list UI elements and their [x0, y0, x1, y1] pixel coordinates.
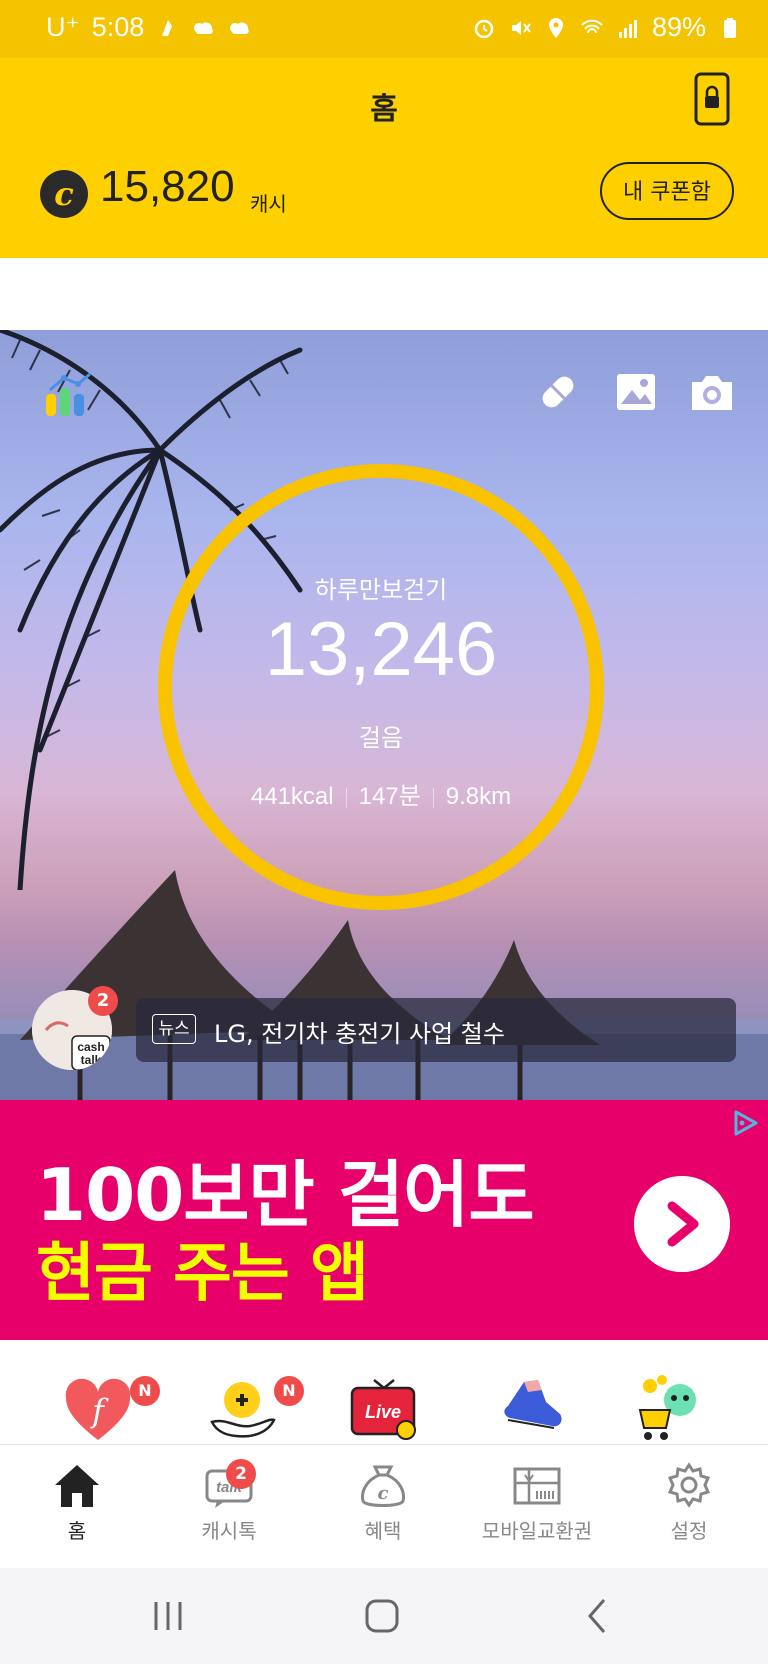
signal-icon	[618, 19, 637, 38]
notification-icon	[162, 19, 173, 36]
cash-coin-icon: c	[40, 170, 88, 218]
back-button[interactable]	[578, 1596, 618, 1636]
sneaker-icon[interactable]	[494, 1374, 566, 1442]
news-ticker[interactable]: 뉴스 LG, 전기차 충전기 사업 철수	[136, 998, 736, 1062]
distance-value: 9.8km	[445, 783, 512, 810]
home-icon	[55, 1465, 99, 1507]
pedometer-hero: 하루만보걷기 13,246 걸음 441kcal 147분 9.8km cash t…	[0, 330, 768, 1100]
location-icon	[548, 17, 563, 38]
step-count: 13,246	[264, 607, 498, 692]
ad-subheadline: 현금 주는 앱	[36, 1237, 369, 1311]
mute-icon	[511, 20, 531, 35]
metric-divider	[432, 787, 434, 808]
status-right: 89%	[472, 12, 742, 43]
status-left: U⁺ 5:08	[46, 12, 252, 43]
cashtalk-logo-line1: cash	[77, 1040, 104, 1054]
calories-value: 441kcal	[250, 783, 334, 810]
live-tv-icon[interactable]: Live	[348, 1374, 420, 1442]
nav-label: 홈	[67, 1519, 87, 1543]
my-coupon-button[interactable]: 내 쿠폰함	[600, 162, 734, 220]
pill-icon[interactable]	[536, 370, 580, 414]
svg-text:c: c	[378, 1483, 389, 1504]
nav-label: 혜택	[364, 1519, 402, 1543]
news-tag: 뉴스	[152, 1014, 196, 1044]
duration-value: 147분	[358, 783, 421, 810]
activity-metrics: 441kcal 147분 9.8km	[158, 776, 604, 811]
cash-bag-icon: c	[361, 1465, 405, 1507]
shortcut-row: f N N Live	[0, 1340, 768, 1444]
nav-settings[interactable]: 설정	[614, 1461, 764, 1544]
nav-home[interactable]: 홈	[2, 1461, 152, 1544]
heart-f-icon[interactable]: f	[62, 1374, 134, 1442]
alarm-icon	[474, 19, 494, 38]
cash-unit: 캐시	[250, 192, 287, 216]
cloud-icon	[230, 21, 250, 34]
cashtalk-nav-badge: 2	[226, 1459, 256, 1489]
gallery-icon[interactable]	[614, 370, 658, 414]
camera-icon[interactable]	[688, 370, 736, 414]
nav-label: 설정	[670, 1519, 708, 1543]
adchoices-icon[interactable]	[728, 1106, 762, 1140]
nav-benefits[interactable]: c 혜택	[308, 1461, 458, 1544]
step-unit: 걸음	[358, 724, 404, 752]
stats-icon[interactable]	[42, 370, 94, 418]
clock: 5:08	[91, 12, 145, 42]
screen-lock-button[interactable]	[692, 72, 732, 126]
page-title: 홈	[370, 92, 398, 127]
bottom-nav: 홈 talk 캐시톡 2 c 혜택 모바일교환권 설정	[0, 1444, 768, 1569]
cashtalk-badge: 2	[88, 986, 118, 1016]
hand-plus-icon[interactable]	[206, 1374, 278, 1442]
new-badge: N	[130, 1376, 160, 1406]
cloud-icon	[194, 21, 214, 34]
wifi-icon	[581, 19, 603, 33]
carrier-label: U⁺	[46, 12, 80, 42]
new-badge: N	[274, 1376, 304, 1406]
nav-mobile-voucher[interactable]: 모바일교환권	[462, 1461, 612, 1544]
system-nav-bar	[0, 1568, 768, 1664]
battery-icon	[724, 17, 736, 38]
status-bar: U⁺ 5:08 89%	[0, 0, 768, 58]
cash-balance: 15,820	[100, 162, 235, 211]
nav-label: 캐시톡	[201, 1519, 257, 1543]
header: 홈 c 15,820 캐시 내 쿠폰함	[0, 58, 768, 258]
ad-banner[interactable]: 100보만 걸어도 현금 주는 앱	[0, 1100, 768, 1340]
home-button[interactable]	[362, 1596, 402, 1636]
nav-label: 모바일교환권	[481, 1519, 593, 1543]
character-cart-icon[interactable]	[636, 1374, 708, 1442]
gear-icon	[667, 1462, 711, 1508]
news-headline: LG, 전기차 충전기 사업 철수	[214, 1020, 505, 1048]
recent-apps-button[interactable]	[148, 1596, 188, 1636]
battery-percent: 89%	[651, 12, 706, 42]
live-label: Live	[365, 1402, 401, 1422]
pedometer-label: 하루만보걷기	[314, 576, 448, 604]
voucher-icon	[513, 1467, 561, 1505]
metric-divider	[345, 787, 347, 808]
ad-arrow-icon[interactable]	[634, 1176, 730, 1272]
